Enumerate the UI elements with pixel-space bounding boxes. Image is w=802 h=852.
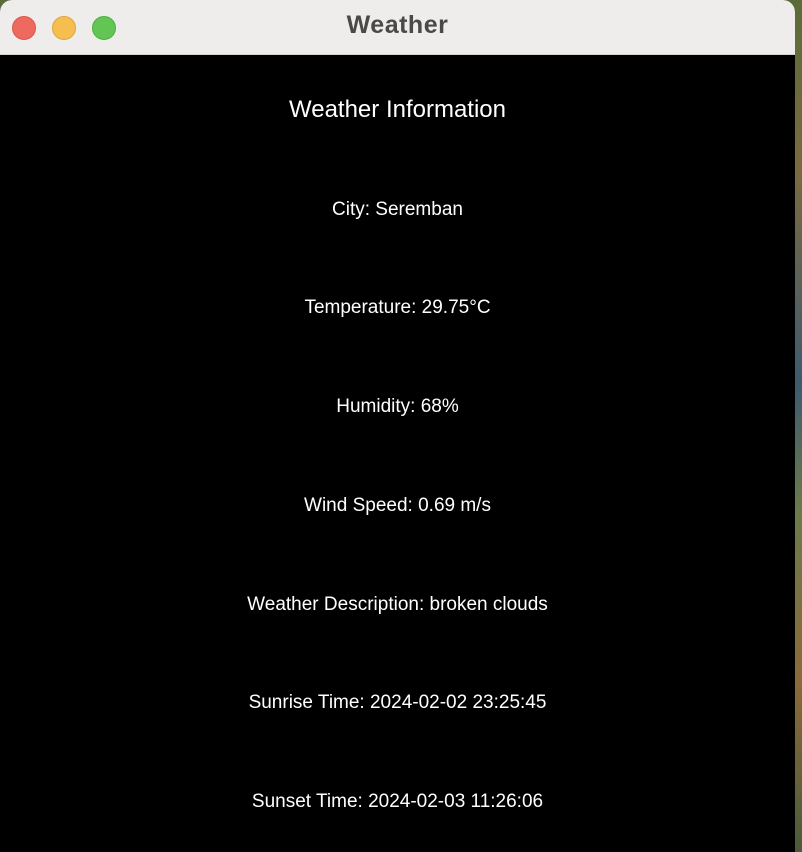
city-label: City: Seremban — [332, 199, 463, 220]
temperature-label: Temperature: 29.75°C — [304, 297, 491, 318]
weather-description-label: Weather Description: broken clouds — [247, 594, 548, 615]
sunset-time-label: Sunset Time: 2024-02-03 11:26:06 — [251, 791, 544, 812]
wind-speed-label: Wind Speed: 0.69 m/s — [304, 495, 491, 516]
page-title: Weather Information — [289, 96, 506, 123]
app-window: Weather Weather Information City: Seremb… — [0, 0, 795, 852]
sunrise-time-label: Sunrise Time: 2024-02-02 23:25:45 — [248, 692, 547, 713]
title-bar[interactable]: Weather — [0, 0, 795, 55]
humidity-label: Humidity: 68% — [336, 396, 459, 417]
window-title: Weather — [346, 11, 449, 39]
weather-panel: Weather Information City: Seremban Tempe… — [0, 56, 795, 852]
